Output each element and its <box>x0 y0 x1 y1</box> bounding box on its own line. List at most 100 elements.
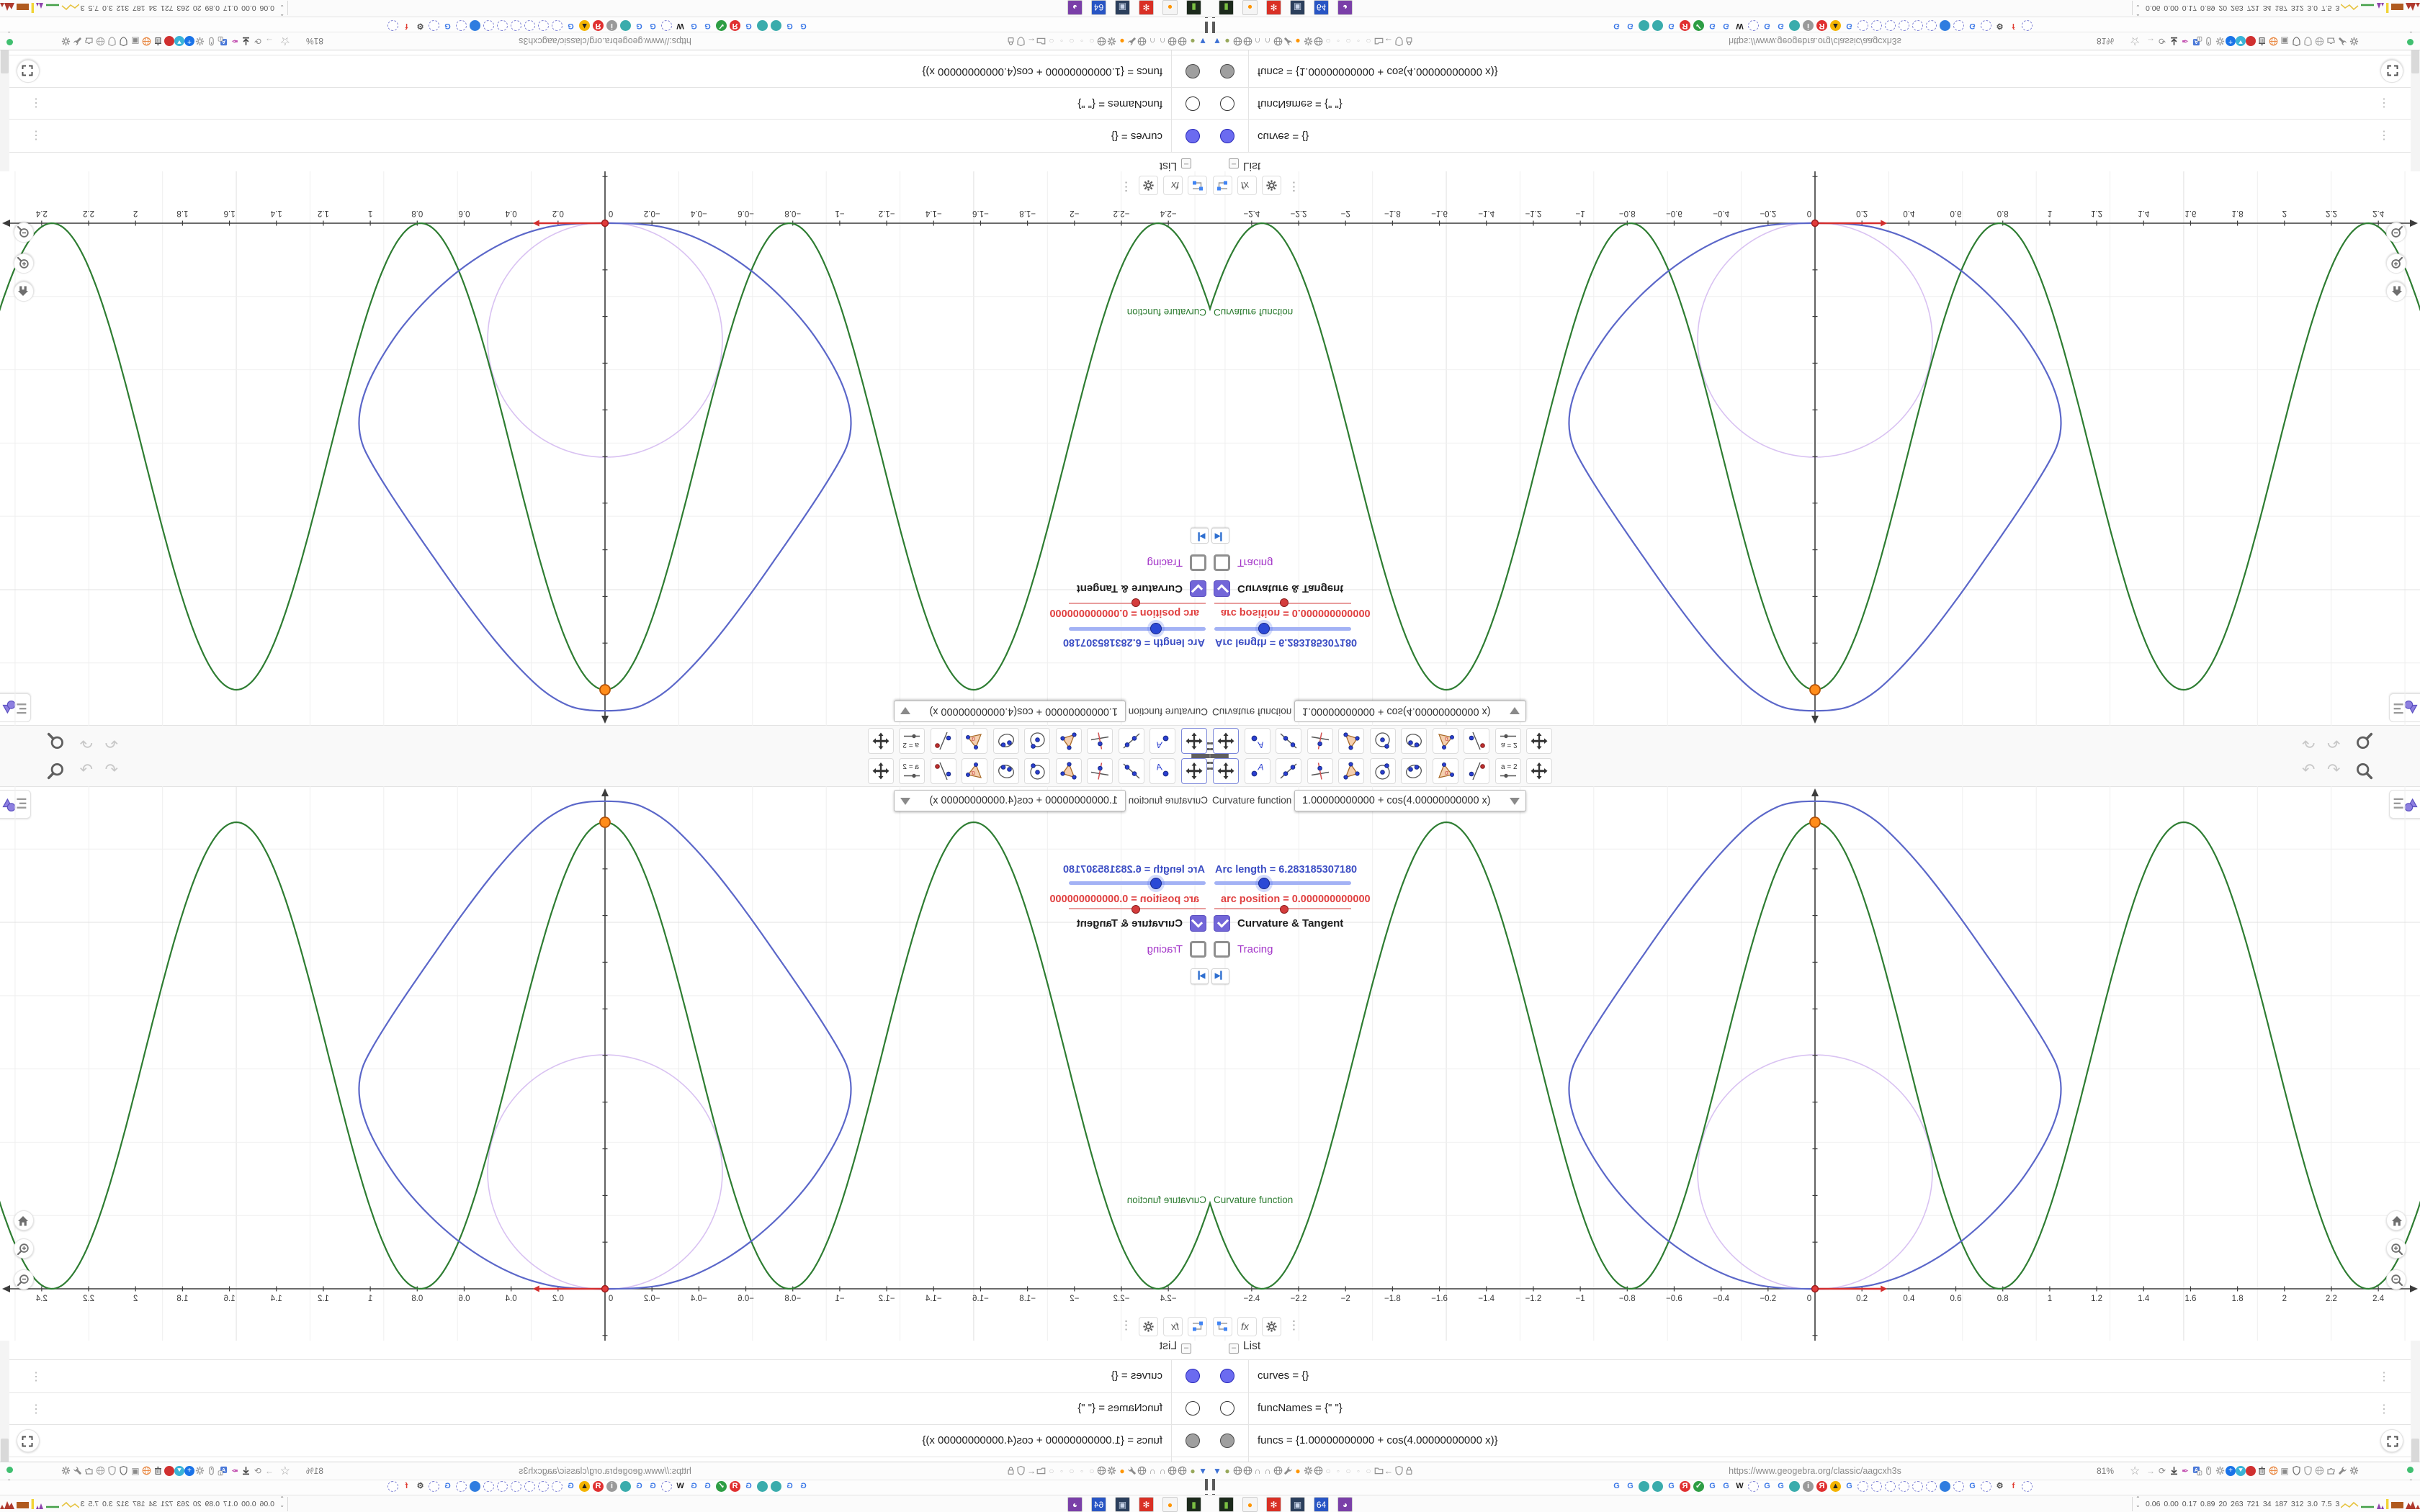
favicon-teal-dot[interactable] <box>757 20 768 31</box>
favicon-google[interactable]: G <box>647 1481 658 1492</box>
curvature-tangent-checkbox[interactable] <box>1190 580 1206 597</box>
curvature-tangent-checkbox[interactable] <box>1214 915 1230 932</box>
globe-icon[interactable] <box>1178 35 1188 47</box>
favicon-yandex[interactable]: Я <box>730 20 740 31</box>
favicon-google[interactable]: G <box>702 20 713 31</box>
monitor-app-button[interactable]: ▣ <box>1290 0 1305 15</box>
pause-icon[interactable] <box>1212 6 1221 33</box>
tree-view-icon[interactable] <box>1213 1317 1232 1336</box>
terminal-app-button[interactable]: ▮ <box>1186 0 1201 15</box>
translate-icon[interactable] <box>2191 1465 2202 1477</box>
globe-color-icon[interactable] <box>2267 35 2279 47</box>
tracing-checkbox[interactable] <box>1190 554 1206 571</box>
headset-icon[interactable]: ∩ <box>1147 1465 1157 1477</box>
favicon-flower[interactable] <box>387 20 398 31</box>
favicon-google[interactable]: G <box>784 20 795 31</box>
favicon-google[interactable]: G <box>1707 20 1718 31</box>
address-bar-url[interactable]: https://www.geogebra.org/classic/aagcxh3… <box>1671 1466 1959 1476</box>
owl-app-button[interactable]: ◕ <box>1337 1497 1353 1512</box>
reload-icon[interactable]: ⟳ <box>2156 1465 2168 1477</box>
red-settings-app-button[interactable]: ✻ <box>1266 0 1281 15</box>
favicon-check-green[interactable]: ✓ <box>716 20 727 31</box>
arc-position-slider[interactable] <box>1214 905 1351 914</box>
favicon-google[interactable]: G <box>798 1481 809 1492</box>
globe-icon[interactable] <box>1137 35 1147 47</box>
shield-blue-icon[interactable]: ▼ <box>1198 35 1208 47</box>
fx-icon[interactable]: fx <box>1237 1317 1257 1336</box>
visibility-marble-white[interactable] <box>1220 96 1234 111</box>
favicon-teal-dot[interactable] <box>757 1481 768 1492</box>
dropdown-arrow-icon[interactable] <box>900 707 910 714</box>
bookmark-star-icon[interactable]: ☆ <box>2130 34 2140 48</box>
trash-icon[interactable] <box>2256 1465 2267 1477</box>
favicon-flower[interactable] <box>1871 20 1882 31</box>
algebra-scrollbar-thumb[interactable] <box>2411 49 2419 73</box>
headset-icon[interactable]: ∩ <box>1263 1465 1273 1477</box>
download-icon[interactable] <box>2168 35 2179 47</box>
gear-icon[interactable] <box>194 35 206 47</box>
ghost-icon[interactable]: ○ <box>1323 1465 1333 1477</box>
record-icon[interactable]: ● <box>2246 1466 2256 1476</box>
visibility-marble-blue[interactable] <box>1220 1369 1234 1383</box>
favicon-flower[interactable] <box>552 1481 563 1492</box>
favicon-google[interactable]: G <box>1775 1481 1786 1492</box>
favicon-google[interactable]: G <box>1611 1481 1622 1492</box>
terminal-app-button[interactable]: ▮ <box>1219 0 1234 15</box>
globe-color-icon[interactable] <box>141 35 153 47</box>
favicon-flower[interactable] <box>483 1481 494 1492</box>
favicon-yandex[interactable]: Я <box>1680 1481 1690 1492</box>
favicon-mountain[interactable]: ▲ <box>1830 1481 1841 1492</box>
favicon-google[interactable]: G <box>1666 1481 1677 1492</box>
tree-view-icon[interactable] <box>1188 176 1207 195</box>
favicon-flower[interactable] <box>497 1481 508 1492</box>
arc-position-slider[interactable] <box>1069 905 1206 914</box>
headset-icon[interactable]: ∩ <box>1147 35 1157 47</box>
favicon-flower[interactable] <box>1926 1481 1937 1492</box>
kebab-icon[interactable]: ⋮ <box>1120 1318 1132 1333</box>
favicon-flower[interactable] <box>1857 20 1868 31</box>
wrench-icon[interactable] <box>1283 35 1293 47</box>
headset-icon[interactable]: ∩ <box>1252 35 1263 47</box>
arc-length-slider-knob[interactable] <box>1258 878 1270 889</box>
favicon-google[interactable]: G <box>743 1481 754 1492</box>
red-settings-app-button[interactable]: ✻ <box>1139 0 1154 15</box>
shield-dark-icon[interactable] <box>118 1465 130 1477</box>
visibility-marble-blue[interactable] <box>1186 1369 1200 1383</box>
arc-length-slider-knob[interactable] <box>1258 623 1270 634</box>
pen-icon[interactable]: ✒ <box>229 1465 241 1477</box>
wrench-icon[interactable] <box>2336 35 2348 47</box>
favicon-flower[interactable] <box>1885 20 1896 31</box>
favicon-gear-dark[interactable]: ⚙ <box>415 20 426 31</box>
favicon-flower[interactable] <box>497 20 508 31</box>
favicon-flower[interactable] <box>387 1481 398 1492</box>
globe-icon[interactable] <box>1273 1465 1283 1477</box>
mouse-icon[interactable] <box>2202 35 2214 47</box>
favicon-flower[interactable] <box>538 20 549 31</box>
globe-icon[interactable] <box>1168 1465 1178 1477</box>
reload-icon[interactable]: ⟳ <box>252 1465 264 1477</box>
pen-icon[interactable]: ✒ <box>229 35 241 47</box>
favicon-flower[interactable] <box>661 20 672 31</box>
favicon-teal-dot[interactable] <box>1639 20 1649 31</box>
favicon-teal-dot[interactable] <box>1652 1481 1663 1492</box>
download-icon[interactable] <box>241 1465 252 1477</box>
pen-icon[interactable]: ✒ <box>2179 35 2191 47</box>
updown-arrows-icon[interactable]: ⌃ ⌄ <box>2136 4 2141 17</box>
wrench-icon[interactable] <box>72 35 84 47</box>
globe-gray-icon[interactable] <box>95 1465 107 1477</box>
favicon-flower[interactable] <box>429 1481 439 1492</box>
owl-app-button[interactable]: ◕ <box>1067 0 1083 15</box>
favicon-wikipedia[interactable]: W <box>1734 20 1745 31</box>
ghost-icon[interactable]: ○ <box>1047 35 1057 47</box>
owl-app-button[interactable]: ◕ <box>1337 0 1353 15</box>
ghost-icon[interactable]: ○ <box>1363 35 1373 47</box>
algebra-row-text[interactable]: funcNames = {" "} <box>1077 98 1162 110</box>
shield-download-icon[interactable]: ⯆ <box>174 36 184 46</box>
kebab-icon[interactable]: ⋮ <box>1120 179 1132 194</box>
favicon-teal-dot[interactable] <box>620 1481 631 1492</box>
gear-icon[interactable] <box>1107 35 1117 47</box>
terminal-app-button[interactable]: ▮ <box>1219 1497 1234 1512</box>
zoom-in-button[interactable] <box>2386 1238 2406 1259</box>
home-button[interactable] <box>2386 1210 2406 1230</box>
bookmark-star-icon[interactable]: ☆ <box>280 34 290 48</box>
